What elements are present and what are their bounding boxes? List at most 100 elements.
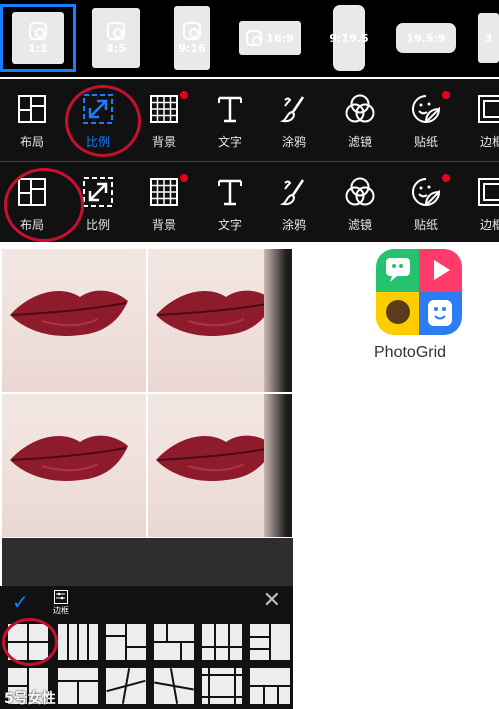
lips-photo [10, 290, 128, 337]
photo-cell[interactable] [148, 249, 292, 392]
hair-shadow [264, 249, 292, 392]
camera-icon [376, 292, 419, 335]
layout-icon [14, 91, 50, 127]
ratio-shape: 4:5 [92, 8, 140, 68]
camera-icon [246, 30, 263, 46]
tool-frame[interactable]: 边框 [462, 79, 499, 161]
tool-label: 贴纸 [413, 135, 438, 149]
brush-icon [276, 91, 312, 127]
layout-option[interactable] [58, 668, 98, 704]
ratio-option-1-1[interactable]: 1:1 [0, 4, 76, 72]
tool-label: 贴纸 [413, 218, 438, 232]
layout-option[interactable] [202, 624, 242, 660]
text-icon [212, 174, 248, 210]
ratio-shape: 19.5:9 [396, 23, 456, 53]
lips-photo [10, 435, 128, 482]
ratio-label: 1:1 [28, 41, 48, 55]
annotation-circle-layout [4, 168, 84, 242]
frame-icon [474, 174, 499, 210]
tool-background[interactable]: 背景 [134, 162, 194, 242]
layout-option[interactable] [250, 624, 290, 660]
tool-label: 比例 [85, 218, 110, 232]
tool-doodle[interactable]: 涂鸦 [264, 162, 324, 242]
brush-icon [276, 174, 312, 210]
border-button[interactable]: 边框 [50, 590, 72, 618]
filter-icon [342, 174, 378, 210]
app-name: PhotoGrid [374, 344, 447, 361]
tool-background[interactable]: 背景 [134, 79, 194, 161]
ratio-label: 4:5 [106, 41, 126, 55]
ratio-label: 16:9 [266, 31, 294, 45]
tool-filter[interactable]: 滤镜 [330, 79, 390, 161]
hair-shadow [264, 394, 292, 537]
close-icon[interactable]: ✕ [263, 588, 281, 613]
camera-icon [29, 21, 47, 40]
background-grid-icon [146, 91, 188, 127]
tool-label: 涂鸦 [281, 218, 306, 232]
tool-filter[interactable]: 滤镜 [330, 162, 390, 242]
layout-option[interactable] [154, 624, 194, 660]
smile-icon [419, 292, 462, 335]
filter-icon [342, 91, 378, 127]
chat-icon [376, 249, 419, 292]
notification-dot [442, 174, 450, 182]
watermark: 5号女性 [4, 691, 56, 707]
notification-dot [180, 174, 188, 182]
photogrid-app-icon [376, 249, 462, 335]
ratio-label: 3 [484, 31, 493, 45]
tool-doodle[interactable]: 涂鸦 [264, 79, 324, 161]
ratio-option-9-19-5[interactable]: 9:19.5 [326, 4, 372, 72]
sliders-icon [54, 590, 68, 604]
layout-option[interactable] [106, 668, 146, 704]
panel-header: ✓ 边框 ✕ [0, 586, 293, 618]
ratio-shape: 3 [478, 13, 499, 63]
layout-option[interactable] [106, 624, 146, 660]
ratio-label: 9:16 [178, 41, 206, 55]
ratio-option-4-5[interactable]: 4:5 [86, 4, 146, 72]
tool-frame[interactable]: 边框 [462, 162, 499, 242]
tool-label: 边框 [479, 218, 499, 232]
ratio-shape: 16:9 [239, 21, 301, 55]
tool-label: 背景 [151, 135, 176, 149]
border-label: 边框 [53, 606, 69, 615]
tool-label: 文字 [217, 135, 242, 149]
background-grid-icon [146, 174, 188, 210]
tool-text[interactable]: 文字 [200, 79, 260, 161]
photo-cell[interactable] [148, 394, 292, 537]
ratio-icon [80, 174, 116, 210]
photo-collage-grid [2, 249, 293, 538]
play-icon [419, 249, 462, 292]
tool-text[interactable]: 文字 [200, 162, 260, 242]
ratio-option-16-9[interactable]: 16:9 [238, 4, 302, 72]
ratio-option-3[interactable]: 3 [478, 4, 499, 72]
tool-sticker[interactable]: 贴纸 [396, 162, 456, 242]
check-icon[interactable]: ✓ [12, 590, 29, 614]
canvas-background [2, 538, 293, 586]
tool-label: 背景 [151, 218, 176, 232]
photo-cell[interactable] [2, 249, 146, 392]
tool-label: 边框 [479, 135, 499, 149]
layout-option[interactable] [154, 668, 194, 704]
layout-option[interactable] [58, 624, 98, 660]
tool-label: 布局 [19, 135, 44, 149]
tool-sticker[interactable]: 贴纸 [396, 79, 456, 161]
notification-dot [442, 91, 450, 99]
ratio-option-19-5-9[interactable]: 19.5:9 [396, 4, 456, 72]
ratio-label: 19.5:9 [406, 31, 446, 45]
frame-icon [474, 91, 499, 127]
ratio-label: 9:19.5 [329, 31, 369, 45]
camera-icon [107, 21, 125, 40]
camera-icon [183, 21, 201, 40]
sticker-icon [408, 174, 450, 210]
tool-label: 滤镜 [347, 135, 372, 149]
photo-cell[interactable] [2, 394, 146, 537]
layout-option[interactable] [250, 668, 290, 704]
tool-label: 文字 [217, 218, 242, 232]
tool-layout[interactable]: 布局 [2, 79, 62, 161]
sticker-icon [408, 91, 450, 127]
layout-option[interactable] [202, 668, 242, 704]
annotation-circle-layout-option [2, 618, 58, 666]
notification-dot [180, 91, 188, 99]
text-icon [212, 91, 248, 127]
ratio-option-9-16[interactable]: 9:16 [172, 4, 212, 72]
